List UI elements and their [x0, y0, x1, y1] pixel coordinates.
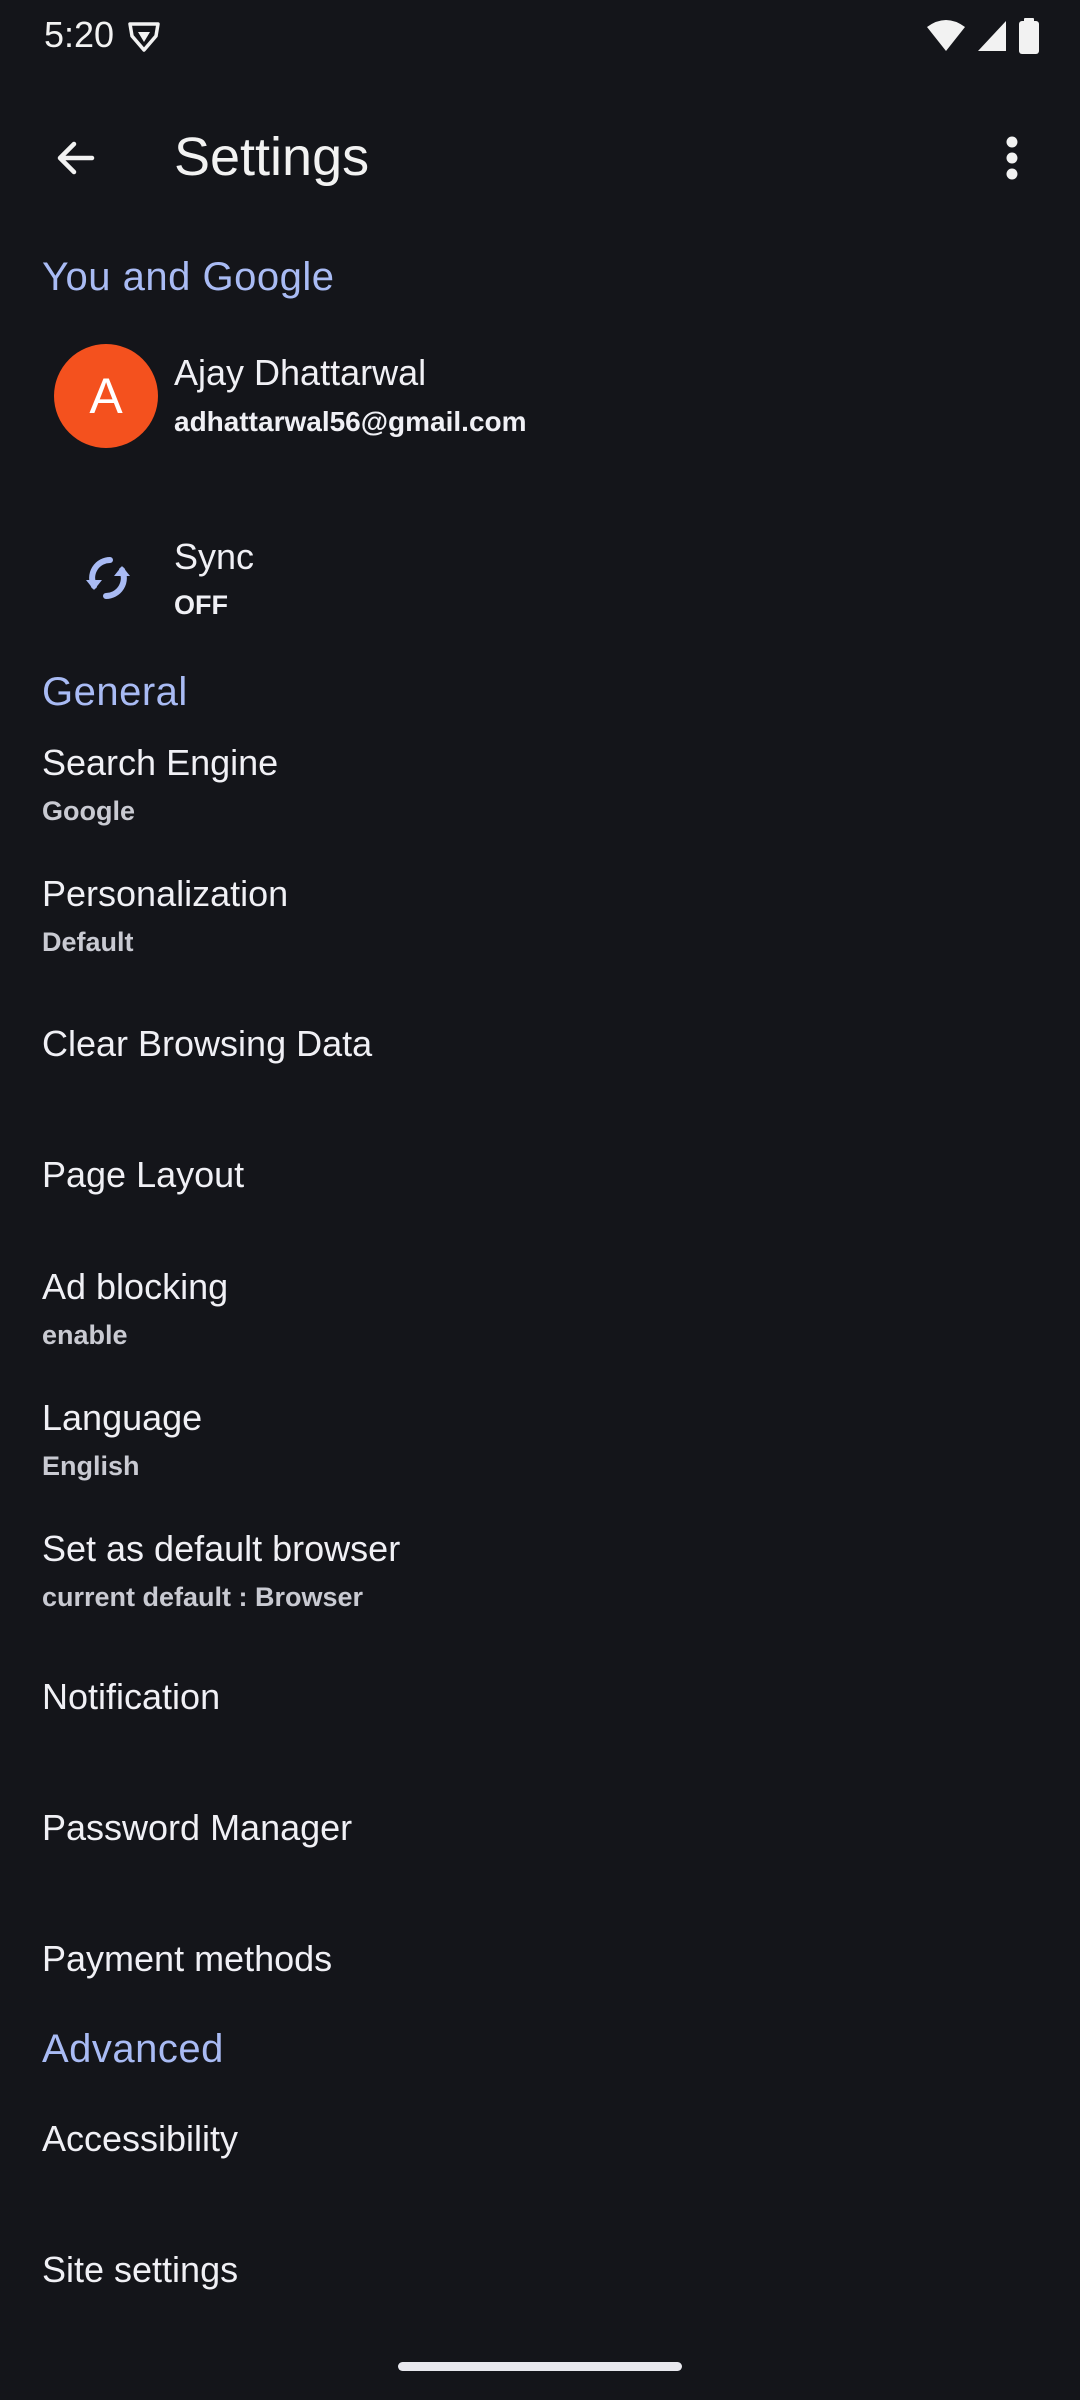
setting-title: Page Layout	[42, 1154, 245, 1195]
sync-row[interactable]: Sync OFF	[0, 520, 1080, 640]
setting-payment-methods[interactable]: Payment methods	[0, 1920, 1080, 2000]
setting-subtitle: current default : Browser	[42, 1582, 364, 1612]
section-header-general: General	[42, 670, 188, 714]
account-name: Ajay Dhattarwal	[174, 352, 427, 393]
back-button[interactable]	[40, 122, 112, 194]
setting-title: Clear Browsing Data	[42, 1023, 373, 1064]
setting-personalization[interactable]: Personalization Default	[0, 871, 1080, 971]
setting-title: Set as default browser	[42, 1528, 401, 1569]
setting-subtitle: enable	[42, 1320, 128, 1350]
setting-search-engine[interactable]: Search Engine Google	[0, 740, 1080, 840]
setting-notification[interactable]: Notification	[0, 1658, 1080, 1738]
setting-title: Search Engine	[42, 742, 279, 783]
setting-subtitle: Default	[42, 927, 134, 957]
section-header-you-and-google: You and Google	[42, 255, 335, 299]
setting-title: Accessibility	[42, 2118, 239, 2159]
setting-title: Notification	[42, 1676, 221, 1717]
avatar: A	[54, 344, 158, 448]
status-time: 5:20	[44, 14, 115, 55]
more-vert-icon	[1006, 136, 1018, 180]
home-indicator[interactable]	[398, 2362, 682, 2371]
brave-lion-icon	[128, 22, 160, 52]
setting-page-layout[interactable]: Page Layout	[0, 1136, 1080, 1216]
setting-title: Site settings	[42, 2249, 239, 2290]
setting-site-settings[interactable]: Site settings	[0, 2231, 1080, 2311]
setting-language[interactable]: Language English	[0, 1395, 1080, 1495]
section-header-advanced: Advanced	[42, 2027, 224, 2071]
account-row[interactable]: A Ajay Dhattarwal adhattarwal56@gmail.co…	[0, 320, 1080, 480]
status-icons	[926, 16, 1040, 56]
status-bar: 5:20	[0, 0, 1080, 72]
setting-title: Personalization	[42, 873, 289, 914]
setting-title: Payment methods	[42, 1938, 333, 1979]
more-options-button[interactable]	[976, 122, 1048, 194]
setting-subtitle: Google	[42, 796, 135, 826]
setting-title: Ad blocking	[42, 1266, 229, 1307]
setting-subtitle: English	[42, 1451, 140, 1481]
setting-ad-blocking[interactable]: Ad blocking enable	[0, 1264, 1080, 1364]
setting-password-manager[interactable]: Password Manager	[0, 1789, 1080, 1869]
battery-icon	[1019, 18, 1039, 54]
wifi-icon	[927, 20, 965, 51]
page-title: Settings	[174, 127, 370, 187]
setting-title: Password Manager	[42, 1807, 353, 1848]
sync-icon	[86, 557, 130, 599]
sync-status: OFF	[174, 590, 228, 620]
app-bar: Settings	[0, 100, 1080, 216]
sync-title: Sync	[174, 536, 255, 577]
setting-accessibility[interactable]: Accessibility	[0, 2100, 1080, 2180]
setting-title: Language	[42, 1397, 203, 1438]
account-email: adhattarwal56@gmail.com	[174, 406, 527, 437]
cell-signal-icon	[978, 21, 1006, 51]
setting-default-browser[interactable]: Set as default browser current default :…	[0, 1526, 1080, 1626]
arrow-back-icon	[57, 141, 95, 175]
setting-clear-browsing-data[interactable]: Clear Browsing Data	[0, 1005, 1080, 1085]
